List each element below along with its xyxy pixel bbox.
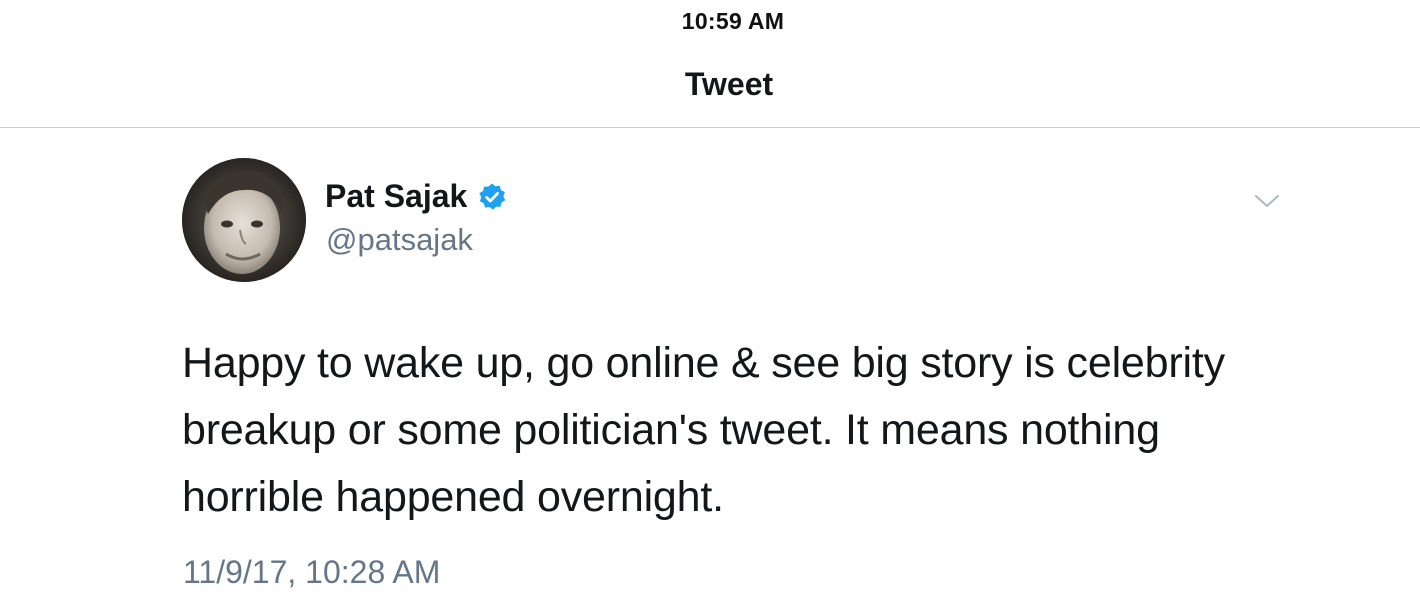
tweet-card: Pat Sajak @patsajak Happy to wake up, go… — [0, 130, 1420, 616]
status-bar: 10:59 AM — [0, 0, 1420, 44]
page-title: Tweet — [684, 66, 774, 102]
navigation-bar: Tweet — [0, 44, 1420, 128]
tweet-detail-screen: 10:59 AM Tweet Pat Sajak @patsajak Happy… — [0, 0, 1420, 616]
more-options-button[interactable] — [1254, 188, 1280, 214]
tweet-text: Happy to wake up, go online & see big st… — [182, 339, 1225, 521]
author-display-name[interactable]: Pat Sajak — [325, 178, 507, 215]
status-time: 10:59 AM — [681, 8, 785, 34]
author-name-text: Pat Sajak — [325, 178, 468, 214]
chevron-down-icon — [1255, 195, 1279, 207]
avatar-photo-icon — [182, 158, 306, 282]
avatar[interactable] — [182, 158, 306, 282]
author-handle[interactable]: @patsajak — [326, 222, 473, 258]
tweet-timestamp: 11/9/17, 10:28 AM — [183, 554, 441, 590]
verified-badge-icon — [477, 182, 507, 212]
